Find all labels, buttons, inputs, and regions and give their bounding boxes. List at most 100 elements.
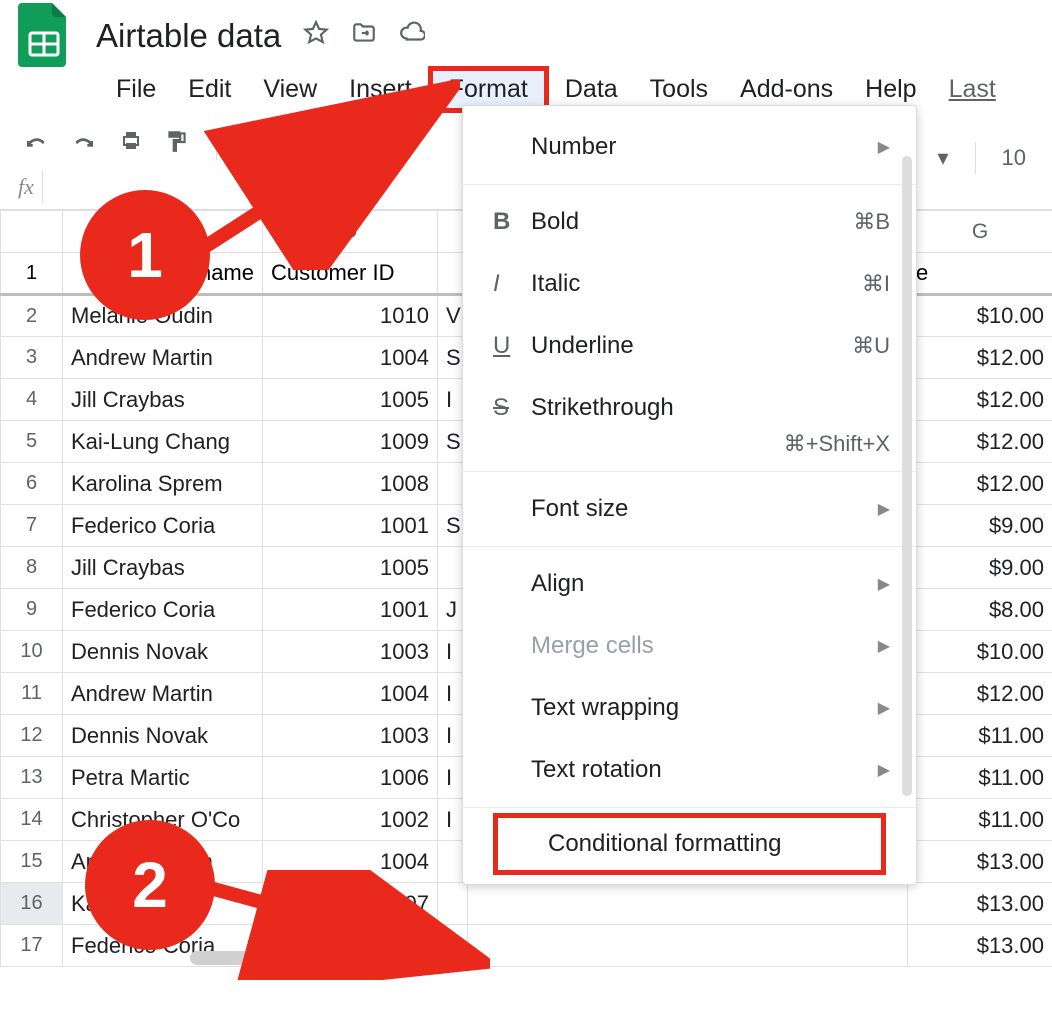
cell[interactable]: $12.00 (908, 379, 1052, 421)
cell[interactable] (468, 883, 908, 925)
cell[interactable]: 1003 (263, 715, 438, 757)
cell[interactable]: $11.00 (908, 799, 1052, 841)
menu-help[interactable]: Help (849, 71, 932, 108)
cell[interactable]: $9.00 (908, 505, 1052, 547)
row-header[interactable]: 12 (1, 715, 63, 757)
font-size-value[interactable]: 10 (1002, 145, 1026, 171)
row-header[interactable]: 3 (1, 337, 63, 379)
cell[interactable]: $13.00 (908, 841, 1052, 883)
row-header[interactable]: 14 (1, 799, 63, 841)
cell[interactable]: 1009 (263, 421, 438, 463)
cell[interactable]: $12.00 (908, 337, 1052, 379)
format-underline[interactable]: UUnderline⌘U (463, 315, 916, 377)
document-title[interactable]: Airtable data (88, 13, 289, 59)
row-header[interactable]: 15 (1, 841, 63, 883)
col-header-g[interactable]: G (908, 211, 1052, 253)
cloud-save-icon[interactable] (399, 20, 425, 52)
cell[interactable]: 1002 (263, 799, 438, 841)
formula-bar-label: fx (10, 174, 42, 200)
paint-format-icon[interactable] (164, 128, 190, 160)
cell[interactable]: 1004 (263, 337, 438, 379)
submenu-arrow-icon: ▶ (878, 574, 890, 594)
cell[interactable] (468, 925, 908, 967)
cell[interactable]: 1001 (263, 589, 438, 631)
dropdown-caret-icon[interactable]: ▾ (937, 145, 948, 171)
menu-tools[interactable]: Tools (634, 71, 724, 108)
menu-scrollbar[interactable] (902, 156, 912, 946)
cell[interactable]: $12.00 (908, 463, 1052, 505)
cell[interactable]: Federico Coria (63, 505, 263, 547)
format-text-wrapping[interactable]: Text wrapping▶ (463, 677, 916, 739)
row-header[interactable]: 13 (1, 757, 63, 799)
move-icon[interactable] (351, 20, 377, 52)
cell[interactable]: $11.00 (908, 757, 1052, 799)
cell[interactable]: $12.00 (908, 673, 1052, 715)
cell[interactable]: $10.00 (908, 631, 1052, 673)
row-header[interactable]: 2 (1, 295, 63, 337)
cell[interactable]: Andrew Martin (63, 673, 263, 715)
row-header[interactable]: 11 (1, 673, 63, 715)
row-header[interactable]: 4 (1, 379, 63, 421)
strikethrough-shortcut: ⌘+Shift+X (463, 431, 916, 465)
row-header[interactable]: 7 (1, 505, 63, 547)
cell[interactable]: 1010 (263, 295, 438, 337)
cell[interactable]: Federico Coria (63, 589, 263, 631)
cell[interactable]: $8.00 (908, 589, 1052, 631)
row-header[interactable]: 5 (1, 421, 63, 463)
row-header[interactable]: 17 (1, 925, 63, 967)
submenu-arrow-icon: ▶ (878, 499, 890, 519)
menu-file[interactable]: File (100, 71, 172, 108)
select-all-corner[interactable] (1, 211, 63, 253)
cell[interactable]: $13.00 (908, 925, 1052, 967)
print-icon[interactable] (118, 129, 144, 159)
row-header[interactable]: 16 (1, 883, 63, 925)
menu-addons[interactable]: Add-ons (724, 71, 849, 108)
format-number[interactable]: Number▶ (463, 116, 916, 178)
row-header[interactable]: 8 (1, 547, 63, 589)
row-header[interactable]: 10 (1, 631, 63, 673)
sheets-logo[interactable] (14, 6, 74, 66)
row-header[interactable]: 9 (1, 589, 63, 631)
cell[interactable]: 1001 (263, 505, 438, 547)
cell[interactable]: Jill Craybas (63, 547, 263, 589)
cell[interactable]: 1008 (263, 463, 438, 505)
cell[interactable]: Kai-Lung Chang (63, 421, 263, 463)
cell[interactable]: 1005 (263, 379, 438, 421)
cell[interactable]: Dennis Novak (63, 715, 263, 757)
cell[interactable]: $10.00 (908, 295, 1052, 337)
undo-icon[interactable] (22, 130, 50, 158)
format-italic[interactable]: IItalic⌘I (463, 253, 916, 315)
menu-last-edit[interactable]: Last (933, 71, 1012, 108)
redo-icon[interactable] (70, 130, 98, 158)
strikethrough-icon: S (493, 394, 531, 422)
cell[interactable]: Petra Martic (63, 757, 263, 799)
cell[interactable]: 1005 (263, 547, 438, 589)
cell[interactable]: Dennis Novak (63, 631, 263, 673)
cell[interactable]: Jill Craybas (63, 379, 263, 421)
annotation-arrow-1 (190, 80, 460, 270)
annotation-arrow-2 (200, 870, 490, 980)
format-fontsize[interactable]: Font size▶ (463, 478, 916, 540)
submenu-arrow-icon: ▶ (878, 636, 890, 656)
cell[interactable]: 1003 (263, 631, 438, 673)
cell[interactable]: Karolina Sprem (63, 463, 263, 505)
submenu-arrow-icon: ▶ (878, 137, 890, 157)
cell[interactable]: $9.00 (908, 547, 1052, 589)
row-header[interactable]: 1 (1, 253, 63, 295)
cell[interactable]: $11.00 (908, 715, 1052, 757)
cell[interactable]: 1006 (263, 757, 438, 799)
menu-data[interactable]: Data (549, 71, 634, 108)
star-icon[interactable] (303, 20, 329, 52)
format-strikethrough[interactable]: SStrikethrough (463, 377, 916, 439)
cell[interactable]: Andrew Martin (63, 337, 263, 379)
format-align[interactable]: Align▶ (463, 553, 916, 615)
format-text-rotation[interactable]: Text rotation▶ (463, 739, 916, 801)
cell[interactable]: $12.00 (908, 421, 1052, 463)
cell[interactable]: 1004 (263, 673, 438, 715)
cell[interactable]: $13.00 (908, 883, 1052, 925)
underline-icon: U (493, 332, 531, 360)
format-bold[interactable]: BBold⌘B (463, 191, 916, 253)
row-header[interactable]: 6 (1, 463, 63, 505)
cell[interactable]: e (908, 253, 1052, 295)
format-conditional-formatting[interactable]: Conditional formatting (493, 813, 886, 875)
